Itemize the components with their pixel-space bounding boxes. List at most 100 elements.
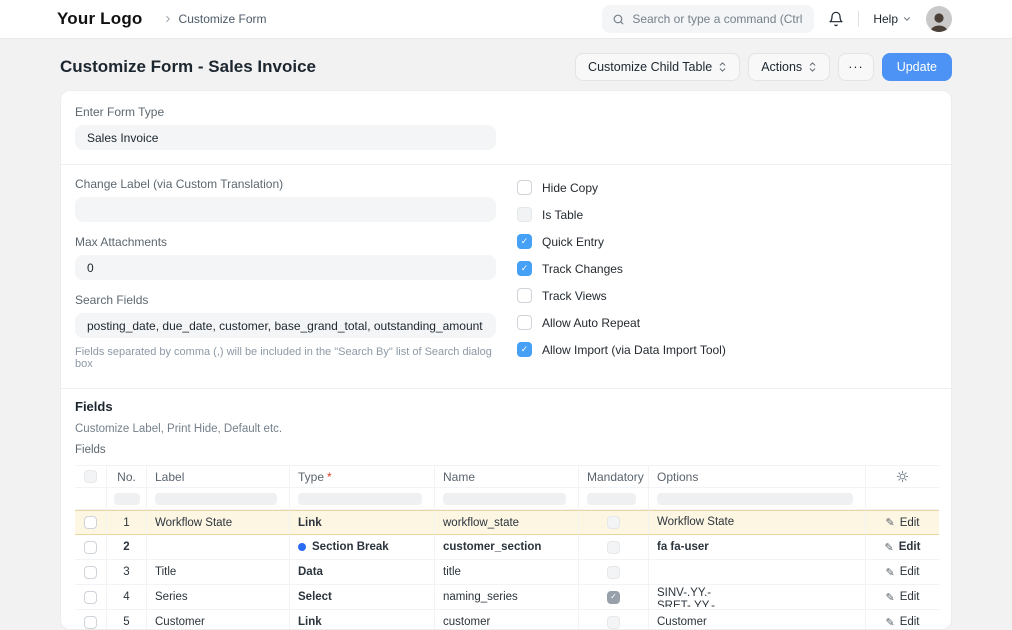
field-name-cell[interactable]: workflow_state [443,517,519,529]
field-type-cell[interactable]: Link [298,616,322,628]
mandatory-checkbox[interactable]: ✓ [607,590,620,604]
field-type-cell[interactable]: Data [298,566,323,578]
customize-form-card: Enter Form Type Change Label (via Custom… [60,90,952,630]
table-row-customer-section[interactable]: ✓ 2 Section Break customer_section ✓ fa … [75,535,939,560]
help-menu[interactable]: Help [873,12,912,26]
edit-row-button[interactable]: ✎ Edit [885,516,919,530]
navbar: Your Logo Customize Form Help [0,0,1012,39]
pencil-icon: ✎ [884,541,894,554]
unfold-icon [718,61,727,73]
checkbox-allow-auto-repeat[interactable]: ✓ Allow Auto Repeat [517,315,937,330]
field-label-cell[interactable]: Workflow State [155,517,232,529]
field-name-cell[interactable]: title [443,566,461,578]
table-row-title[interactable]: ✓ 3 Title Data title ✓ ✎Edit [75,560,939,585]
col-header-label: Label [155,469,185,484]
row-select-checkbox[interactable]: ✓ [84,590,97,604]
pencil-icon: ✎ [885,517,895,529]
checkbox-quick-entry[interactable]: ✓ Quick Entry [517,234,937,249]
change-label-input[interactable] [75,197,496,222]
edit-row-button[interactable]: ✎ Edit [885,616,919,629]
field-type-cell[interactable]: Section Break [312,541,389,553]
breadcrumb[interactable]: Customize Form [163,12,267,26]
field-options-cell[interactable]: SINV-.YY.- SRET-.YY.- [657,587,715,607]
checkbox-box[interactable]: ✓ [517,180,532,195]
search-input[interactable] [632,12,805,26]
checkbox-box[interactable]: ✓ [517,342,532,357]
edit-row-button[interactable]: ✎ Edit [885,566,919,579]
field-options-cell[interactable]: fa fa-user [657,541,709,554]
mandatory-checkbox[interactable]: ✓ [607,540,620,554]
filter-input-type[interactable] [298,492,422,505]
max-attachments-input[interactable] [75,255,496,280]
update-button[interactable]: Update [881,53,952,81]
fields-description: Customize Label, Print Hide, Default etc… [75,423,283,435]
row-number: 5 [123,616,130,628]
row-number: 3 [123,566,130,578]
form-type-input[interactable] [75,125,496,150]
edit-row-button[interactable]: ✎ Edit [885,541,921,554]
field-type-cell[interactable]: Select [298,591,332,603]
unfold-icon [808,61,817,73]
table-row-workflow-state[interactable]: ✓ 1 Workflow State Link workflow_state ✓… [75,510,939,535]
checkbox-track-changes[interactable]: ✓ Track Changes [517,261,937,276]
field-options-cell[interactable]: Workflow State [657,516,734,529]
search-fields-input[interactable] [75,313,496,338]
mandatory-checkbox[interactable]: ✓ [607,516,620,529]
checkbox-box: ✓ [517,207,532,222]
checkbox-is-table[interactable]: ✓ Is Table [517,207,937,222]
actions-dropdown-button[interactable]: Actions [748,53,831,81]
more-options-button[interactable]: ··· [838,53,874,81]
checkbox-allow-import[interactable]: ✓ Allow Import (via Data Import Tool) [517,342,937,357]
page-actions: Customize Child Table Actions ··· Update [575,53,952,81]
filter-input-name[interactable] [443,492,566,505]
form-type-section: Enter Form Type [61,91,951,164]
filter-input-mandatory[interactable] [587,492,636,505]
notifications-button[interactable] [828,11,844,27]
row-select-checkbox[interactable]: ✓ [84,516,97,529]
app-logo[interactable]: Your Logo [57,9,143,29]
nav-divider [858,11,860,27]
customize-child-table-button[interactable]: Customize Child Table [575,53,741,81]
field-label-cell[interactable]: Title [155,566,176,578]
field-name-cell[interactable]: customer_section [443,541,541,553]
field-name-cell[interactable]: naming_series [443,591,518,603]
col-header-name: Name [443,469,476,484]
row-select-checkbox[interactable]: ✓ [84,540,97,554]
row-select-checkbox[interactable]: ✓ [84,565,97,579]
search-icon [612,13,625,26]
checkbox-box[interactable]: ✓ [517,261,532,276]
checkbox-hide-copy[interactable]: ✓ Hide Copy [517,180,937,195]
page-title: Customize Form - Sales Invoice [60,57,317,76]
field-type-cell[interactable]: Link [298,517,322,529]
mandatory-checkbox[interactable]: ✓ [607,565,620,579]
filter-input-no[interactable] [113,492,140,505]
user-avatar[interactable] [926,6,952,32]
checkbox-box[interactable]: ✓ [517,288,532,303]
table-row-series[interactable]: ✓ 4 Series Select naming_series ✓ SINV-.… [75,585,939,610]
chevron-right-icon [163,14,173,24]
field-name-cell[interactable]: customer [443,616,490,628]
mandatory-checkbox[interactable]: ✓ [607,615,620,629]
table-settings-gear-icon[interactable] [896,470,909,483]
filter-input-label[interactable] [155,492,277,505]
checkbox-box[interactable]: ✓ [517,234,532,249]
table-row-customer[interactable]: ✓ 5 Customer Link customer ✓ Customer ✎E… [75,610,939,629]
select-all-checkbox[interactable]: ✓ [84,470,97,483]
required-asterisk: * [327,469,332,484]
edit-row-button[interactable]: ✎ Edit [885,591,919,604]
row-select-checkbox[interactable]: ✓ [84,615,97,629]
pencil-icon: ✎ [885,566,895,579]
fields-table: ✓ No. Label Type* Name Mandatory Options [75,465,939,629]
fields-section: Fields Customize Label, Print Hide, Defa… [61,389,951,629]
field-label-cell[interactable]: Customer [155,616,205,628]
checkbox-box[interactable]: ✓ [517,315,532,330]
filter-input-options[interactable] [657,492,853,505]
col-header-options: Options [657,469,699,484]
global-search[interactable] [602,5,815,33]
search-fields-label: Search Fields [75,293,149,307]
search-fields-help: Fields separated by comma (,) will be in… [75,346,492,370]
chevron-down-icon [902,14,912,24]
field-label-cell[interactable]: Series [155,591,188,603]
field-options-cell[interactable]: Customer [657,616,707,629]
checkbox-track-views[interactable]: ✓ Track Views [517,288,937,303]
